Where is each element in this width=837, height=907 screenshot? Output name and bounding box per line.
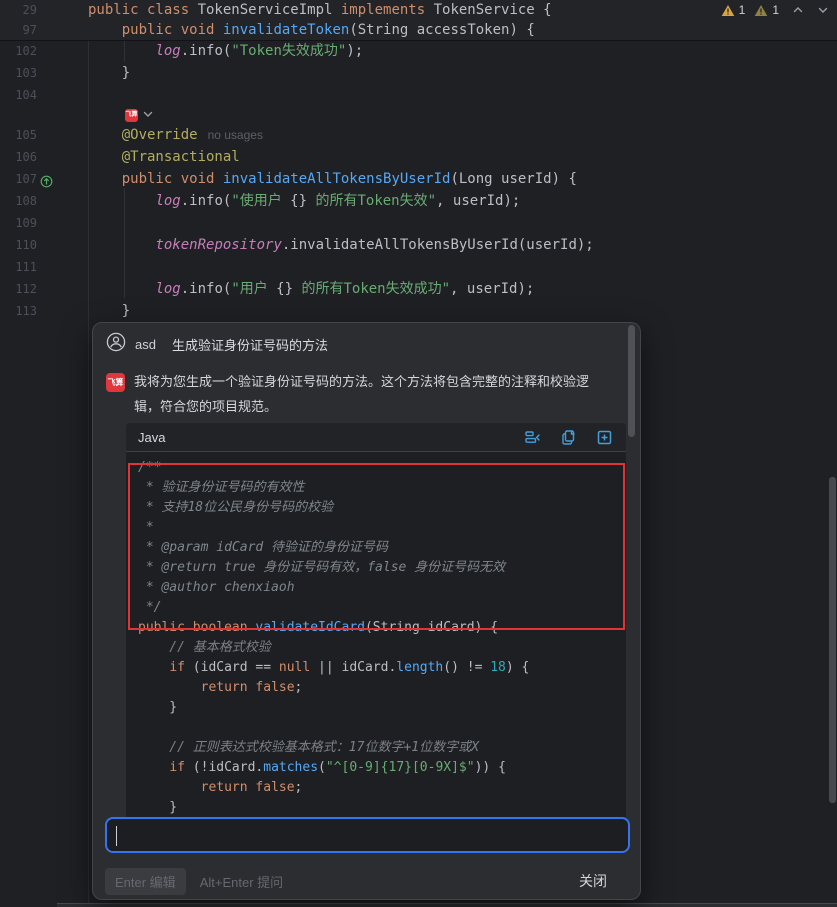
editor-gutter[interactable]: 109 (0, 212, 88, 234)
code-line[interactable]: @Transactional (88, 146, 240, 168)
editor-gutter[interactable]: 102 (0, 40, 88, 62)
generated-code-line: return false; (138, 778, 626, 798)
code-line[interactable]: } (88, 300, 130, 322)
line-number: 113 (15, 300, 37, 322)
text-caret (116, 826, 117, 846)
editor-gutter[interactable]: 111 (0, 256, 88, 278)
code-line[interactable]: public void invalidateToken(String acces… (88, 20, 535, 40)
generated-code-line: } (138, 698, 626, 718)
editor-scrollbar-thumb[interactable] (829, 477, 836, 803)
alt-enter-ask-hint: Alt+Enter 提问 (200, 872, 283, 891)
feisuan-ai-icon: 飞算 (106, 373, 125, 392)
assistant-message-row: 飞算 我将为您生成一个验证身份证号码的方法。这个方法将包含完整的注释和校验逻 辑… (106, 369, 624, 419)
line-number: 110 (15, 234, 37, 256)
line-number: 103 (15, 62, 37, 84)
ai-inline-chat-popup: asd 生成验证身份证号码的方法 飞算 我将为您生成一个验证身份证号码的方法。这… (92, 322, 641, 900)
editor-gutter[interactable]: 104 (0, 84, 88, 106)
sticky-lines-panel: 29 public class TokenServiceImpl implemen… (0, 0, 837, 41)
line-number: 111 (15, 256, 37, 278)
bottom-panel-edge (57, 903, 837, 907)
line-number: 106 (15, 146, 37, 168)
line-number: 102 (15, 40, 37, 62)
line-number: 108 (15, 190, 37, 212)
editor-gutter[interactable]: 97 (0, 20, 88, 40)
line-number: 104 (15, 84, 37, 106)
editor-code-area[interactable]: 102 log.info("Token失效成功");103 }104飞算105 … (0, 40, 837, 322)
generated-code-line: if (!idCard.matches("^[0-9]{17}[0-9X]$")… (138, 758, 626, 778)
editor-gutter[interactable]: 113 (0, 300, 88, 322)
code-block-header: Java (126, 423, 626, 452)
chevron-down-icon[interactable] (142, 104, 154, 126)
code-line[interactable]: log.info("Token失效成功"); (88, 40, 363, 62)
generated-code-block: Java /** * 验证身份证号码的有效性 * 支持18位公民身份号码的校验 … (126, 423, 626, 817)
generated-code-line: // 正则表达式校验基本格式：17位数字+1位数字或X (138, 738, 626, 758)
editor-gutter[interactable]: 106 (0, 146, 88, 168)
close-button[interactable]: 关闭 (579, 871, 607, 891)
warning-triangle-icon[interactable]: 1 (721, 3, 746, 17)
code-line[interactable]: log.info("使用户 {} 的所有Token失效", userId); (88, 190, 520, 212)
generated-code-line: return false; (138, 678, 626, 698)
generated-code-line: * @param idCard 待验证的身份证号码 (138, 538, 626, 558)
code-block-body[interactable]: /** * 验证身份证号码的有效性 * 支持18位公民身份号码的校验 * * @… (126, 452, 626, 817)
chevron-down-icon[interactable] (817, 4, 829, 16)
code-line[interactable]: public void invalidateAllTokensByUserId(… (88, 168, 577, 190)
code-line[interactable]: @Overrideno usages (88, 124, 263, 146)
insert-at-caret-icon[interactable] (524, 429, 541, 446)
line-number: 97 (23, 20, 37, 40)
user-query-text: 生成验证身份证号码的方法 (172, 335, 328, 354)
code-line[interactable]: } (88, 62, 130, 84)
editor-gutter[interactable]: 103 (0, 62, 88, 84)
generated-code-line: // 基本格式校验 (138, 638, 626, 658)
generated-code-line: * @return true 身份证号码有效，false 身份证号码无效 (138, 558, 626, 578)
popup-scrollbar-thumb[interactable] (628, 325, 635, 437)
new-file-plus-icon[interactable] (596, 429, 613, 446)
weak-warning-triangle-icon[interactable]: 1 (754, 3, 779, 17)
enter-edit-hint: Enter 编辑 (105, 868, 186, 895)
generated-code-line: */ (138, 598, 626, 618)
inspection-count: 1 (739, 3, 746, 17)
editor-gutter[interactable]: 105 (0, 124, 88, 146)
code-block-toolbar (524, 429, 613, 446)
prompt-input[interactable] (105, 817, 630, 853)
generated-code-line: * @author chenxiaoh (138, 578, 626, 598)
editor-gutter[interactable]: 112 (0, 278, 88, 300)
line-number: 112 (15, 278, 37, 300)
generated-code-line: } (138, 798, 626, 817)
line-number: 29 (23, 0, 37, 20)
editor-gutter[interactable]: 107 (0, 168, 88, 190)
chevron-up-icon[interactable] (792, 4, 804, 16)
ide-screen: 29 public class TokenServiceImpl implemen… (0, 0, 837, 907)
user-name: asd (135, 337, 156, 352)
line-number: 107 (15, 168, 37, 190)
editor-gutter[interactable]: 29 (0, 0, 88, 20)
code-line[interactable]: log.info("用户 {} 的所有Token失效成功", userId); (88, 278, 534, 300)
assistant-message-text: 我将为您生成一个验证身份证号码的方法。这个方法将包含完整的注释和校验逻 辑，符合… (134, 369, 624, 419)
line-number: 109 (15, 212, 37, 234)
editor-gutter[interactable]: 108 (0, 190, 88, 212)
feisuan-ai-inlay-icon[interactable]: 飞算 (125, 109, 138, 122)
generated-code-line (138, 718, 626, 738)
generated-code-line: /** (138, 458, 626, 478)
copy-icon[interactable] (560, 429, 577, 446)
editor-gutter[interactable]: 110 (0, 234, 88, 256)
generated-code-line: public boolean validateIdCard(String idC… (138, 618, 626, 638)
inspections-widget[interactable]: 11 (721, 3, 829, 17)
code-language-label: Java (138, 430, 165, 445)
user-message-row: asd 生成验证身份证号码的方法 (106, 331, 620, 357)
line-number: 105 (15, 124, 37, 146)
generated-code-line: if (idCard == null || idCard.length() !=… (138, 658, 626, 678)
code-line[interactable]: public class TokenServiceImpl implements… (88, 0, 552, 20)
popup-footer: Enter 编辑 Alt+Enter 提问 关闭 (105, 867, 607, 895)
code-line[interactable]: tokenRepository.invalidateAllTokensByUse… (88, 234, 594, 256)
inspection-count: 1 (772, 3, 779, 17)
user-circle-icon (106, 332, 126, 357)
generated-code-line: * 支持18位公民身份号码的校验 (138, 498, 626, 518)
generated-code-line: * 验证身份证号码的有效性 (138, 478, 626, 498)
generated-code-line: * (138, 518, 626, 538)
